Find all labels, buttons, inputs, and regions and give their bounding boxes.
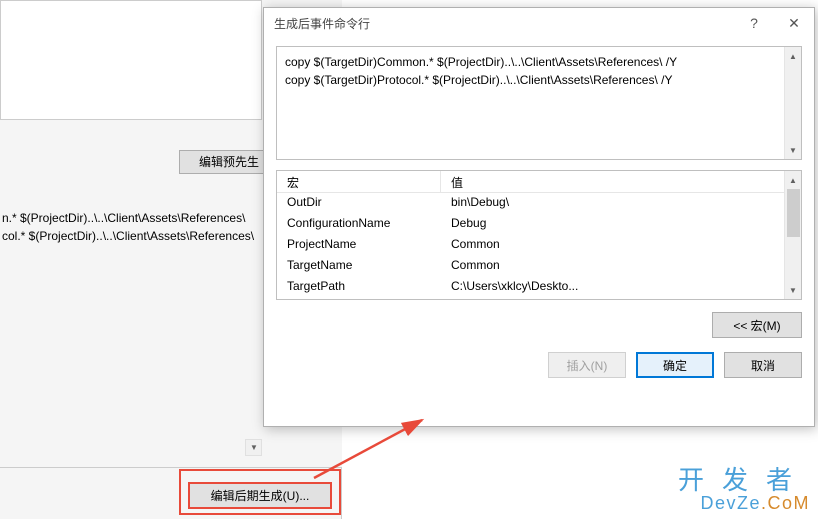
- command-scrollbar[interactable]: ▲ ▼: [784, 47, 801, 159]
- dialog-title: 生成后事件命令行: [274, 15, 370, 32]
- macro-row[interactable]: ConfigurationNameDebug: [277, 214, 786, 235]
- scroll-up-icon[interactable]: ▲: [785, 47, 801, 65]
- macro-name: OutDir: [277, 193, 441, 214]
- scroll-thumb[interactable]: [787, 189, 800, 237]
- macro-name: TargetPath: [277, 277, 441, 298]
- help-button[interactable]: ?: [734, 8, 774, 38]
- macro-value: Common: [441, 256, 786, 277]
- insert-button: 插入(N): [548, 352, 626, 378]
- macro-value: Debug: [441, 214, 786, 235]
- chevron-down-icon: ▼: [250, 443, 258, 452]
- macro-row[interactable]: OutDirbin\Debug\: [277, 193, 786, 214]
- macro-row[interactable]: TargetNameCommon: [277, 256, 786, 277]
- dialog-titlebar[interactable]: 生成后事件命令行 ? ✕: [264, 8, 814, 38]
- bg-text-line: col.* $(ProjectDir)..\..\Client\Assets\R…: [2, 227, 260, 245]
- macro-value: Common: [441, 235, 786, 256]
- macro-name: TargetName: [277, 256, 441, 277]
- watermark: 开发者 DevZe.CoM: [678, 467, 810, 513]
- close-button[interactable]: ✕: [774, 8, 814, 38]
- watermark-top: 开发者: [678, 467, 810, 494]
- macro-name: ProjectName: [277, 235, 441, 256]
- macro-scrollbar[interactable]: ▲ ▼: [784, 171, 801, 299]
- bg-text-line: n.* $(ProjectDir)..\..\Client\Assets\Ref…: [2, 209, 260, 227]
- macros-toggle-button[interactable]: << 宏(M): [712, 312, 802, 338]
- macro-header-name[interactable]: 宏: [277, 171, 441, 192]
- macro-header-value[interactable]: 值: [441, 171, 786, 192]
- edit-postbuild-button[interactable]: 编辑后期生成(U)...: [188, 482, 332, 509]
- watermark-bottom: DevZe.CoM: [678, 494, 810, 513]
- macro-row[interactable]: ProjectNameCommon: [277, 235, 786, 256]
- macro-value: C:\Users\xklcy\Deskto...: [441, 277, 786, 298]
- ok-button[interactable]: 确定: [636, 352, 714, 378]
- command-line-box: ▲ ▼: [276, 46, 802, 160]
- macro-header: 宏 值: [277, 171, 786, 193]
- macro-name: ConfigurationName: [277, 214, 441, 235]
- bg-postbuild-text: n.* $(ProjectDir)..\..\Client\Assets\Ref…: [0, 205, 262, 255]
- scroll-down-icon[interactable]: ▼: [785, 141, 801, 159]
- bg-top-textarea[interactable]: [0, 0, 262, 120]
- scroll-up-icon[interactable]: ▲: [785, 171, 801, 189]
- scroll-down-icon[interactable]: ▼: [785, 281, 801, 299]
- macro-list: 宏 值 OutDirbin\Debug\ConfigurationNameDeb…: [276, 170, 802, 300]
- cancel-button[interactable]: 取消: [724, 352, 802, 378]
- command-line-textarea[interactable]: [277, 47, 786, 159]
- macro-row[interactable]: TargetPathC:\Users\xklcy\Deskto...: [277, 277, 786, 298]
- macro-value: bin\Debug\: [441, 193, 786, 214]
- postbuild-dialog: 生成后事件命令行 ? ✕ ▲ ▼ 宏 值 OutDirbin\Debug\Con…: [263, 7, 815, 427]
